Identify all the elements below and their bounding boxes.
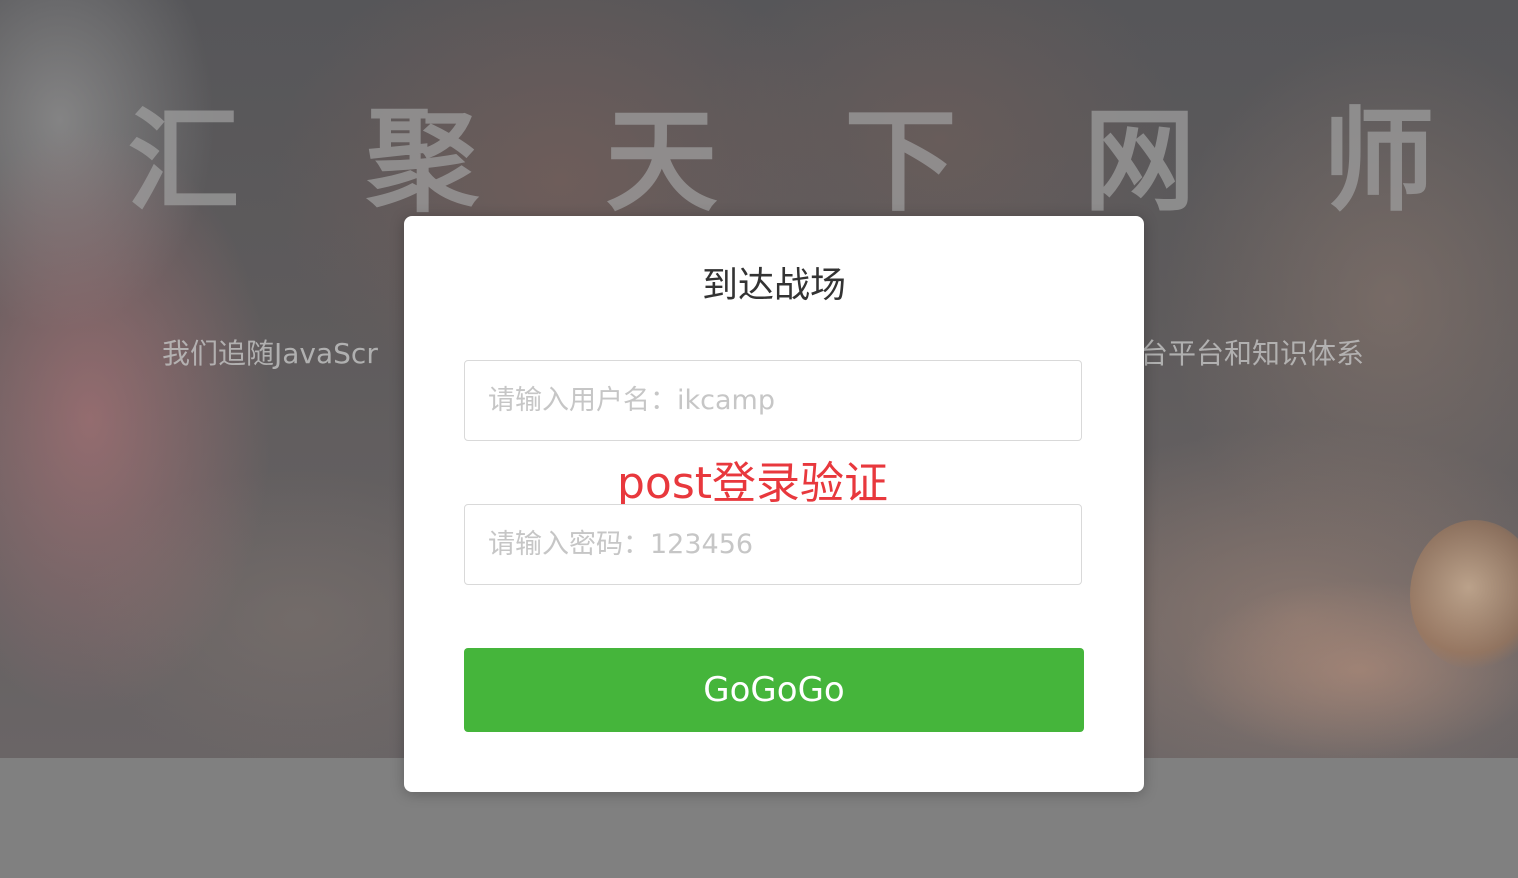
login-modal-title: 到达战场: [701, 265, 846, 306]
hero-title: 汇 聚 天 下 网 师: [127, 97, 1479, 227]
page: 汇 聚 天 下 网 师 我们追随JavaScr 台平台和知识体系 到达战场 po…: [0, 0, 1518, 878]
password-field: [464, 504, 1082, 585]
submit-button[interactable]: GoGoGo: [464, 648, 1084, 732]
username-input[interactable]: [465, 361, 1081, 440]
hero-subtitle-left: 我们追随JavaScr: [162, 337, 378, 370]
hero-subtitle-right: 台平台和知识体系: [1140, 337, 1365, 370]
password-input[interactable]: [465, 505, 1081, 584]
username-field: [464, 360, 1082, 441]
login-modal: 到达战场 post登录验证 GoGoGo: [404, 216, 1144, 792]
